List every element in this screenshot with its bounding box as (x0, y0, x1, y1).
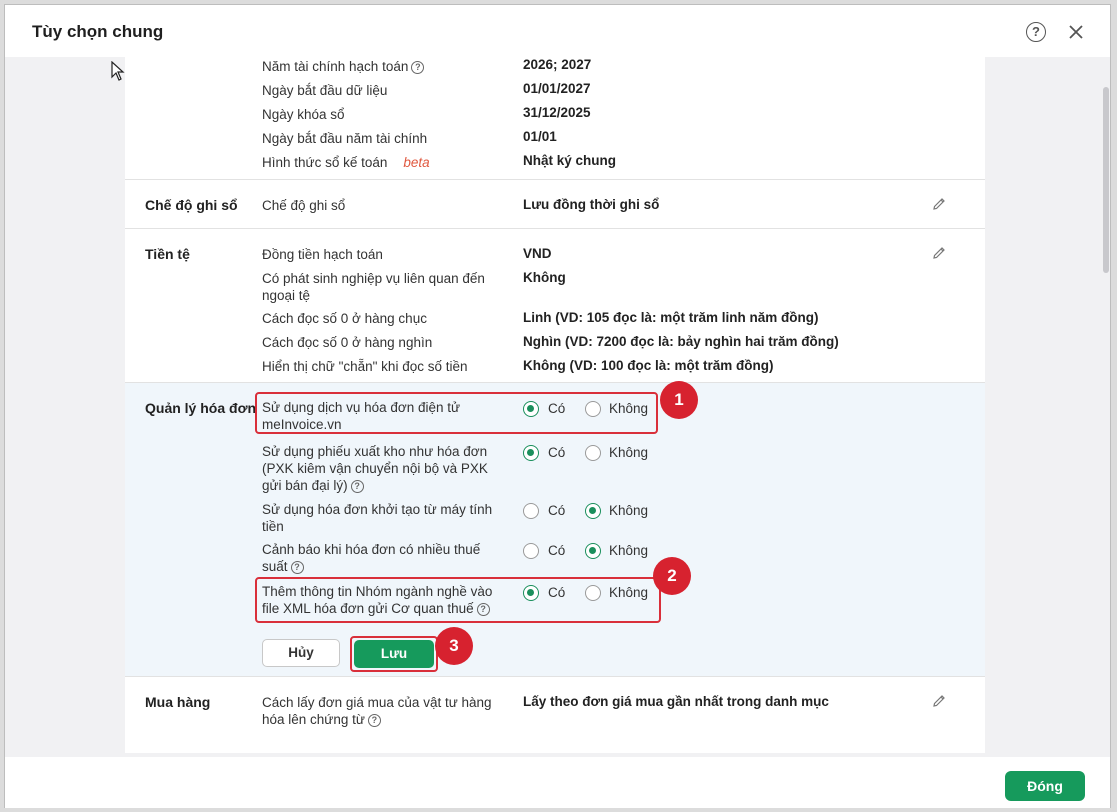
annotation-badge-3: 3 (435, 627, 473, 665)
radio-yes[interactable] (523, 503, 539, 519)
tien-te-label: Cách đọc số 0 ở hàng chục (262, 311, 427, 326)
radio-no[interactable] (585, 503, 601, 519)
settings-content: Năm tài chính hạch toán? 2026; 2027 Ngày… (125, 53, 985, 753)
beta-tag: beta (403, 155, 430, 170)
hoa-don-label: Sử dụng phiếu xuất kho như hóa đơn (PXK … (262, 444, 488, 493)
mua-hang-value: Lấy theo đơn giá mua gần nhất trong danh… (523, 694, 829, 709)
options-dialog: Tùy chọn chung ? Năm tài chính hạch toán… (4, 4, 1111, 808)
tien-te-label: Hiển thị chữ "chẵn" khi đọc số tiền (262, 359, 468, 374)
hoa-don-label: Cảnh báo khi hóa đơn có nhiều thuế suất? (262, 542, 481, 574)
che-do-value: Lưu đồng thời ghi sổ (523, 197, 660, 212)
fiscal-label: Ngày bắt đầu dữ liệu (262, 83, 388, 98)
annotation-badge-1: 1 (660, 381, 698, 419)
tien-te-value: Không (VD: 100 đọc là: một trăm đồng) (523, 358, 774, 373)
close-button[interactable]: Đóng (1005, 771, 1085, 801)
radio-yes[interactable] (523, 543, 539, 559)
tien-te-label: Có phát sinh nghiệp vụ liên quan đến ngo… (262, 271, 485, 303)
section-title: Tiền tệ (145, 246, 190, 262)
help-icon: ? (350, 479, 364, 493)
mua-hang-label: Cách lấy đơn giá mua của vật tư hàng hóa… (262, 695, 492, 727)
fiscal-label: Ngày bắt đầu năm tài chính (262, 131, 428, 146)
radio-no[interactable] (585, 543, 601, 559)
fiscal-value: 01/01/2027 (523, 81, 591, 96)
mouse-cursor-icon (111, 61, 125, 81)
help-icon: ? (290, 560, 304, 574)
tien-te-value: Không (523, 270, 566, 285)
radio-yes-label: Có (548, 503, 566, 518)
fiscal-label: Ngày khóa sổ (262, 107, 345, 122)
edit-icon[interactable] (931, 245, 947, 261)
section-title: Quản lý hóa đơn (145, 400, 257, 416)
fiscal-label: Năm tài chính hạch toán? (262, 58, 562, 75)
annotation-box-1 (255, 392, 658, 434)
scrollbar[interactable] (1103, 87, 1109, 273)
fiscal-value: 01/01 (523, 129, 557, 144)
section-title: Chế độ ghi sổ (145, 197, 238, 213)
fiscal-value: 2026; 2027 (523, 57, 592, 72)
help-icon: ? (367, 713, 381, 727)
radio-no[interactable] (585, 445, 601, 461)
radio-yes[interactable] (523, 445, 539, 461)
che-do-label: Chế độ ghi sổ (262, 198, 346, 213)
fiscal-label: Hình thức sổ kế toán beta (262, 155, 430, 170)
edit-icon[interactable] (931, 196, 947, 212)
radio-no-label: Không (609, 445, 649, 460)
help-icon[interactable]: ? (1026, 22, 1046, 42)
tien-te-value: Linh (VD: 105 đọc là: một trăm linh năm … (523, 310, 819, 325)
radio-yes-label: Có (548, 543, 566, 558)
mua-hang-section: Mua hàng Cách lấy đơn giá mua của vật tư… (125, 676, 985, 753)
close-icon[interactable] (1065, 21, 1087, 43)
annotation-box-3 (350, 636, 438, 672)
radio-no-label: Không (609, 543, 649, 558)
cancel-button[interactable]: Hủy (262, 639, 340, 667)
tien-te-label: Đồng tiền hạch toán (262, 247, 383, 262)
tien-te-section: Tiền tệ Đồng tiền hạch toán VND Có phát … (125, 228, 985, 382)
fiscal-value: 31/12/2025 (523, 105, 591, 120)
annotation-box-2 (255, 577, 661, 623)
section-title: Mua hàng (145, 694, 211, 710)
annotation-badge-2: 2 (653, 557, 691, 595)
tien-te-value: Nghìn (VD: 7200 đọc là: bảy nghìn hai tr… (523, 334, 839, 349)
fiscal-section: Năm tài chính hạch toán? 2026; 2027 Ngày… (125, 53, 985, 175)
edit-icon[interactable] (931, 693, 947, 709)
hoa-don-label: Sử dụng hóa đơn khởi tạo từ máy tính tiề… (262, 502, 493, 534)
radio-no-label: Không (609, 503, 649, 518)
tien-te-label: Cách đọc số 0 ở hàng nghìn (262, 335, 433, 350)
fiscal-value: Nhật ký chung (523, 153, 617, 168)
dialog-footer: Đóng (5, 757, 1110, 808)
dialog-title: Tùy chọn chung (32, 22, 164, 41)
dialog-header: Tùy chọn chung ? (5, 5, 1110, 57)
tien-te-value: VND (523, 246, 552, 261)
radio-yes-label: Có (548, 445, 566, 460)
che-do-section: Chế độ ghi sổ Chế độ ghi sổ Lưu đồng thờ… (125, 179, 985, 228)
help-icon: ? (411, 60, 425, 74)
